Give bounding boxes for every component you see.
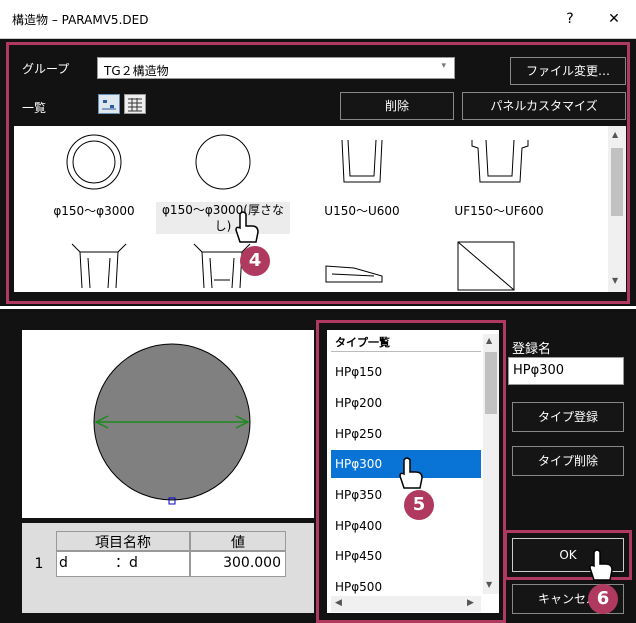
double-circle-icon	[66, 134, 122, 190]
cell-name: d	[59, 555, 68, 571]
callout-badge: 6	[588, 584, 618, 614]
shape-label: φ150～φ3000	[53, 204, 135, 218]
group-select[interactable]: TG２構造物 ▾	[97, 57, 455, 79]
shape-item[interactable]: U150～U600	[302, 132, 422, 222]
registration-name-input[interactable]: HPφ300	[508, 357, 624, 385]
chevron-down-icon: ▼	[486, 580, 493, 589]
u-channel-icon	[341, 139, 383, 183]
hand-pointer-icon	[589, 549, 613, 581]
type-list-item[interactable]: HPφ250	[331, 420, 481, 448]
column-header-name: 項目名称	[56, 531, 190, 551]
chevron-up-icon: ▲	[612, 130, 619, 139]
file-change-button[interactable]: ファイル変更…	[510, 57, 626, 85]
hand-pointer-icon	[235, 211, 259, 243]
type-list-item[interactable]: HPφ400	[331, 512, 481, 540]
type-register-button[interactable]: タイプ登録	[512, 402, 624, 432]
row-number: 1	[34, 556, 44, 572]
shape-gallery: φ150～φ3000 φ150～φ3000(厚さなし) U150～U600 UF…	[14, 126, 626, 292]
delete-button[interactable]: 削除	[340, 92, 454, 120]
window-title: 構造物 – PARAMV5.DED	[12, 13, 149, 27]
property-table: 項目名称 値 1 d ：d 300.000	[22, 523, 314, 613]
type-list-item[interactable]: HPφ200	[331, 389, 481, 417]
chevron-down-icon: ▼	[612, 276, 619, 285]
pipe-preview-icon	[93, 343, 251, 505]
type-delete-button[interactable]: タイプ削除	[512, 446, 624, 476]
shape-item-selected[interactable]: φ150～φ3000(厚さなし)	[152, 132, 294, 238]
registration-label: 登録名	[512, 342, 552, 357]
chevron-down-icon: ▾	[441, 61, 446, 71]
help-button[interactable]: ?	[556, 8, 584, 30]
callout-badge: 5	[404, 490, 434, 520]
chevron-up-icon: ▲	[486, 336, 493, 345]
list-label: 一覧	[22, 101, 47, 115]
type-list-item[interactable]: HPφ150	[331, 358, 481, 386]
preview-canvas	[22, 330, 314, 518]
gallery-scrollbar[interactable]: ▲ ▼	[608, 126, 626, 292]
row-header-corner	[22, 531, 56, 551]
chevron-right-icon: ▶	[467, 598, 474, 608]
type-list-item[interactable]: HPφ450	[331, 542, 481, 570]
divider	[0, 306, 636, 309]
close-button[interactable]: ✕	[600, 8, 628, 30]
scroll-thumb[interactable]	[485, 352, 497, 414]
uf-channel-icon	[471, 139, 529, 183]
column-header-value: 値	[190, 531, 286, 551]
shape-label: U150～U600	[324, 204, 400, 218]
callout-badge: 4	[240, 246, 270, 276]
group-select-value: TG２構造物	[104, 64, 169, 78]
group-label: グループ	[22, 62, 70, 76]
shape-item[interactable]: UF150～UF600	[434, 132, 564, 222]
shape-item[interactable]: φ150～φ3000	[34, 132, 154, 222]
hand-pointer-icon	[399, 457, 423, 489]
type-list-hscrollbar[interactable]: ◀ ▶	[331, 596, 481, 612]
shape-row-partial	[71, 241, 515, 291]
type-list-header: タイプ一覧	[331, 334, 481, 352]
scroll-thumb[interactable]	[611, 148, 623, 216]
table-row-name-cell[interactable]: d ：d	[56, 551, 190, 577]
table-row-value-cell[interactable]: 300.000	[190, 551, 286, 577]
type-list-scrollbar[interactable]: ▲ ▼	[483, 334, 499, 594]
thumbnail-view-icon[interactable]	[98, 94, 120, 114]
list-view-icon[interactable]	[124, 94, 146, 114]
panel-customize-button[interactable]: パネルカスタマイズ	[462, 92, 626, 120]
title-bar: 構造物 – PARAMV5.DED ? ✕	[0, 0, 636, 39]
circle-icon	[195, 134, 251, 190]
cell-name-colon: ：d	[115, 555, 138, 571]
shape-label: φ150～φ3000(厚さなし)	[156, 202, 290, 234]
chevron-left-icon: ◀	[335, 598, 342, 608]
shape-label: UF150～UF600	[454, 204, 544, 218]
